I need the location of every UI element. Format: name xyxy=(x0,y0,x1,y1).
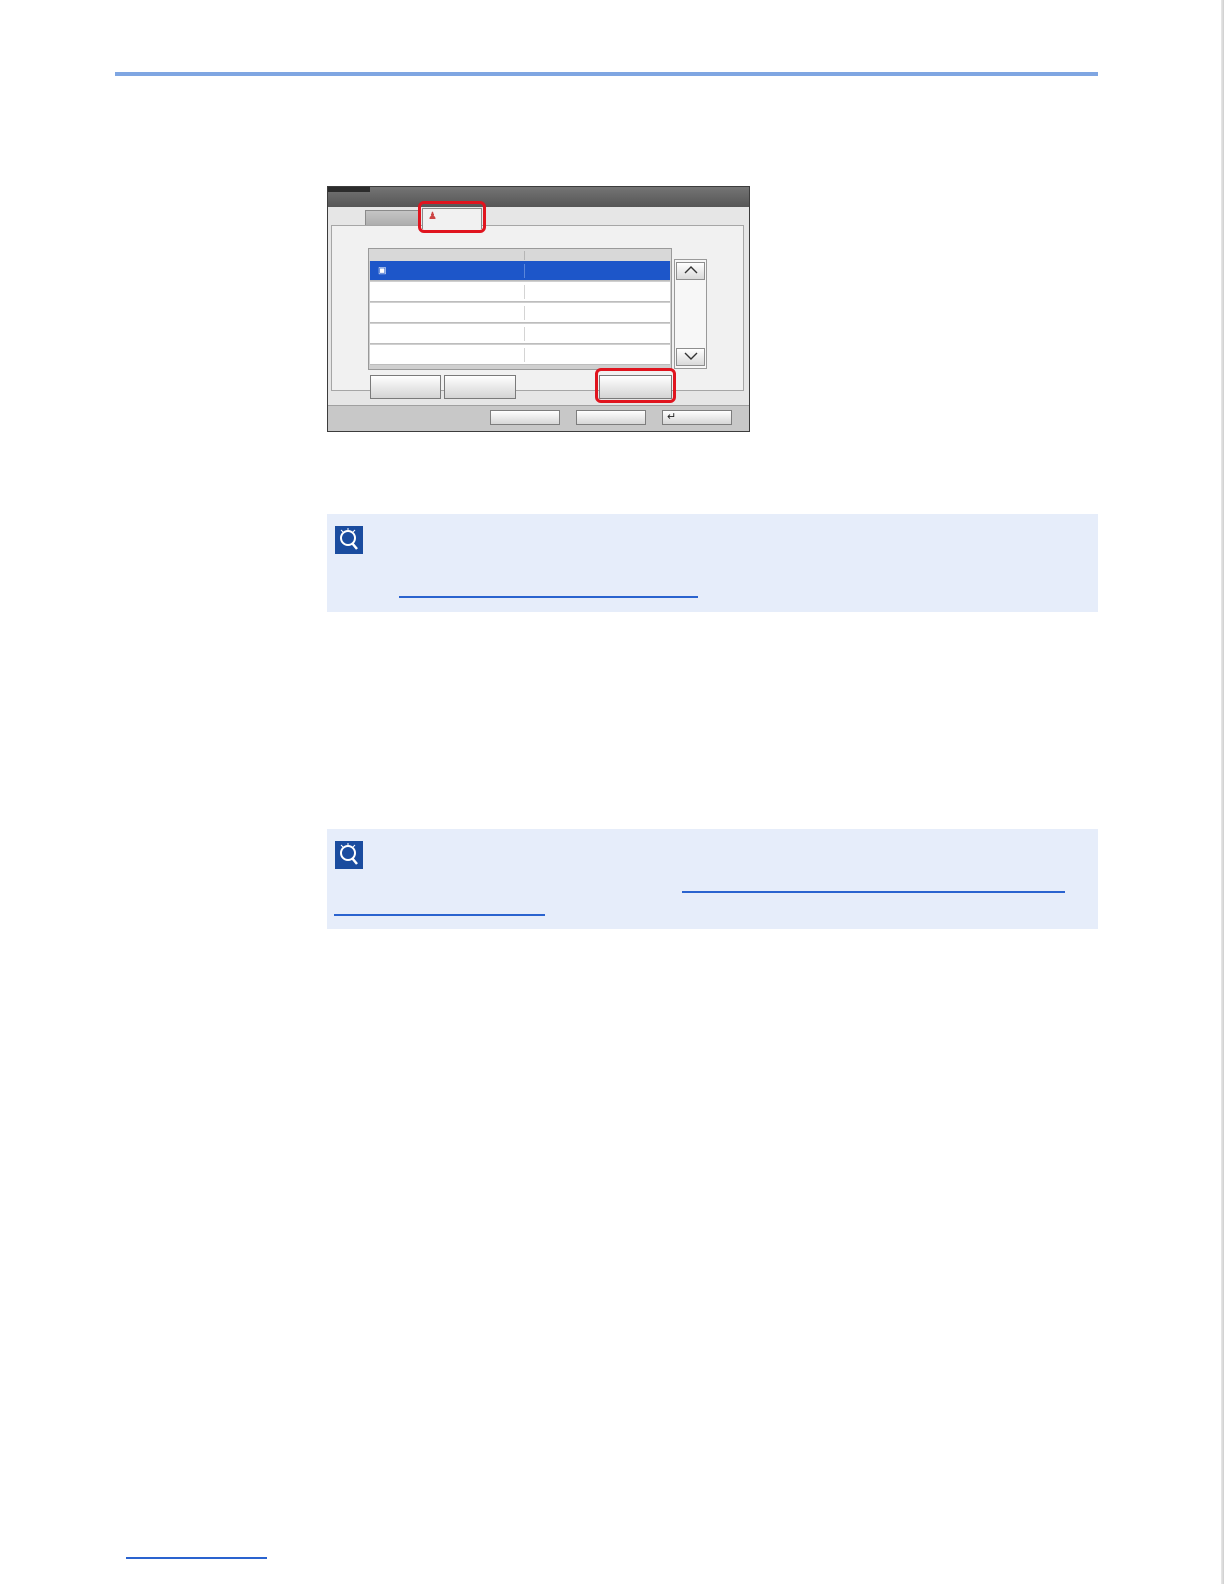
page-footer-link[interactable] xyxy=(126,1557,267,1559)
list-header xyxy=(369,249,671,261)
panel-button-1[interactable] xyxy=(370,375,441,399)
footer-button-2[interactable] xyxy=(576,410,646,425)
column-separator xyxy=(524,251,525,260)
chevron-up-icon xyxy=(684,266,697,274)
column-separator xyxy=(524,327,525,341)
note-link[interactable] xyxy=(682,891,1065,893)
note-link-continued[interactable] xyxy=(334,914,545,916)
device-screen: ♟ ▣ ↵ xyxy=(327,186,750,432)
highlight-callout-button xyxy=(595,368,676,403)
host-list: ▣ xyxy=(368,248,672,370)
scroll-up-button[interactable] xyxy=(676,262,705,280)
note-box xyxy=(327,514,1098,612)
local-host-icon: ▣ xyxy=(378,265,387,275)
chevron-down-icon xyxy=(684,352,697,360)
scroll-down-button[interactable] xyxy=(676,348,705,366)
note-box xyxy=(327,829,1098,929)
column-separator xyxy=(524,306,525,320)
list-row[interactable] xyxy=(370,282,670,302)
note-lightbulb-icon xyxy=(335,841,363,869)
note-link[interactable] xyxy=(399,596,698,598)
footer-button-1[interactable] xyxy=(490,410,560,425)
color-people-icon: ♟ xyxy=(428,211,437,222)
footer-button-ok[interactable]: ↵ xyxy=(662,410,732,425)
column-separator xyxy=(524,348,525,362)
enter-arrow-icon: ↵ xyxy=(667,411,677,423)
column-separator xyxy=(524,264,525,278)
note-lightbulb-icon xyxy=(335,526,363,554)
list-row[interactable]: ▣ xyxy=(370,261,670,281)
panel-button-2[interactable] xyxy=(444,375,516,399)
list-row[interactable] xyxy=(370,324,670,344)
tab-color-people[interactable]: ♟ xyxy=(422,208,482,229)
list-row[interactable] xyxy=(370,345,670,365)
column-separator xyxy=(524,285,525,299)
header-rule xyxy=(115,72,1098,76)
screen-footer-bar: ↵ xyxy=(328,405,749,431)
screen-title-bar xyxy=(328,187,749,207)
title-bar-segment xyxy=(328,187,370,192)
list-row[interactable] xyxy=(370,303,670,323)
